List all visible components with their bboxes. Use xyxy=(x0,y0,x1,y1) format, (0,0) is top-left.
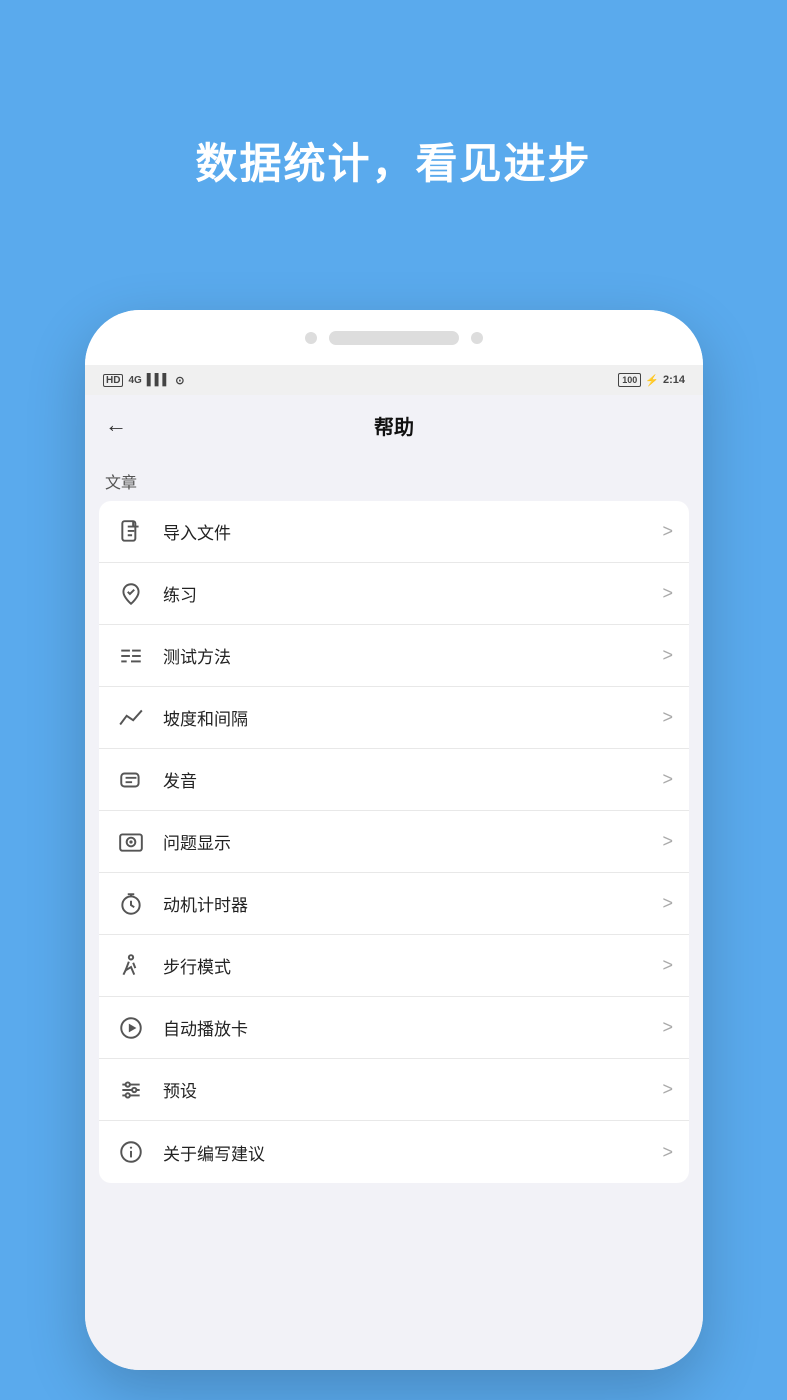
problem-display-icon xyxy=(115,826,147,858)
test-method-icon xyxy=(115,640,147,672)
status-left: HD 4G ▌▌▌ ⊙ xyxy=(103,374,184,387)
menu-item-auto-play[interactable]: 自动播放卡 > xyxy=(99,997,689,1059)
auto-play-label: 自动播放卡 xyxy=(163,1015,662,1040)
menu-item-import-file[interactable]: 导入文件 > xyxy=(99,501,689,563)
writing-advice-chevron: > xyxy=(662,1142,673,1163)
practice-chevron: > xyxy=(662,583,673,604)
menu-item-motivation-timer[interactable]: 动机计时器 > xyxy=(99,873,689,935)
clock: 2:14 xyxy=(663,374,685,386)
pronunciation-chevron: > xyxy=(662,769,673,790)
phone-dot-left xyxy=(305,332,317,344)
lightning-icon: ⚡ xyxy=(645,374,659,387)
hd-badge: HD xyxy=(103,374,123,387)
menu-item-presets[interactable]: 预设 > xyxy=(99,1059,689,1121)
import-file-icon xyxy=(115,516,147,548)
page-headline: 数据统计，看见进步 xyxy=(0,130,787,191)
nav-title: 帮助 xyxy=(374,411,414,440)
menu-list: 导入文件 > 练习 > 测试方法 > xyxy=(99,501,689,1183)
slope-interval-icon xyxy=(115,702,147,734)
menu-item-walking-mode[interactable]: 步行模式 > xyxy=(99,935,689,997)
nav-bar: ← 帮助 xyxy=(85,395,703,455)
menu-item-practice[interactable]: 练习 > xyxy=(99,563,689,625)
section-header: 文章 xyxy=(85,455,703,501)
phone-top-bar xyxy=(85,310,703,365)
practice-label: 练习 xyxy=(163,581,662,606)
battery-icon: 100 xyxy=(618,373,641,387)
practice-icon xyxy=(115,578,147,610)
import-file-label: 导入文件 xyxy=(163,519,662,544)
walking-mode-label: 步行模式 xyxy=(163,953,662,978)
status-bar: HD 4G ▌▌▌ ⊙ 100 ⚡ 2:14 xyxy=(85,365,703,395)
menu-item-slope-interval[interactable]: 坡度和间隔 > xyxy=(99,687,689,749)
walking-mode-icon xyxy=(115,950,147,982)
phone-dot-right xyxy=(471,332,483,344)
phone-mockup: HD 4G ▌▌▌ ⊙ 100 ⚡ 2:14 ← 帮助 文章 导入文件 xyxy=(85,310,703,1370)
slope-interval-chevron: > xyxy=(662,707,673,728)
presets-icon xyxy=(115,1074,147,1106)
presets-chevron: > xyxy=(662,1079,673,1100)
slope-interval-label: 坡度和间隔 xyxy=(163,705,662,730)
auto-play-chevron: > xyxy=(662,1017,673,1038)
problem-display-chevron: > xyxy=(662,831,673,852)
pronunciation-label: 发音 xyxy=(163,767,662,792)
walking-mode-chevron: > xyxy=(662,955,673,976)
signal-icon: ▌▌▌ xyxy=(147,374,170,386)
import-file-chevron: > xyxy=(662,521,673,542)
menu-item-pronunciation[interactable]: 发音 > xyxy=(99,749,689,811)
pronunciation-icon xyxy=(115,764,147,796)
auto-play-icon xyxy=(115,1012,147,1044)
problem-display-label: 问题显示 xyxy=(163,829,662,854)
menu-item-test-method[interactable]: 测试方法 > xyxy=(99,625,689,687)
status-right: 100 ⚡ 2:14 xyxy=(618,373,685,387)
writing-advice-icon xyxy=(115,1136,147,1168)
wifi-icon: ⊙ xyxy=(175,374,184,387)
test-method-chevron: > xyxy=(662,645,673,666)
back-button[interactable]: ← xyxy=(105,412,127,438)
menu-item-problem-display[interactable]: 问题显示 > xyxy=(99,811,689,873)
presets-label: 预设 xyxy=(163,1077,662,1102)
motivation-timer-icon xyxy=(115,888,147,920)
test-method-label: 测试方法 xyxy=(163,643,662,668)
writing-advice-label: 关于编写建议 xyxy=(163,1140,662,1165)
menu-item-writing-advice[interactable]: 关于编写建议 > xyxy=(99,1121,689,1183)
app-content: ← 帮助 文章 导入文件 > 练习 > xyxy=(85,395,703,1370)
motivation-timer-label: 动机计时器 xyxy=(163,891,662,916)
phone-speaker xyxy=(329,331,459,345)
motivation-timer-chevron: > xyxy=(662,893,673,914)
network-badge: 4G xyxy=(128,375,141,386)
